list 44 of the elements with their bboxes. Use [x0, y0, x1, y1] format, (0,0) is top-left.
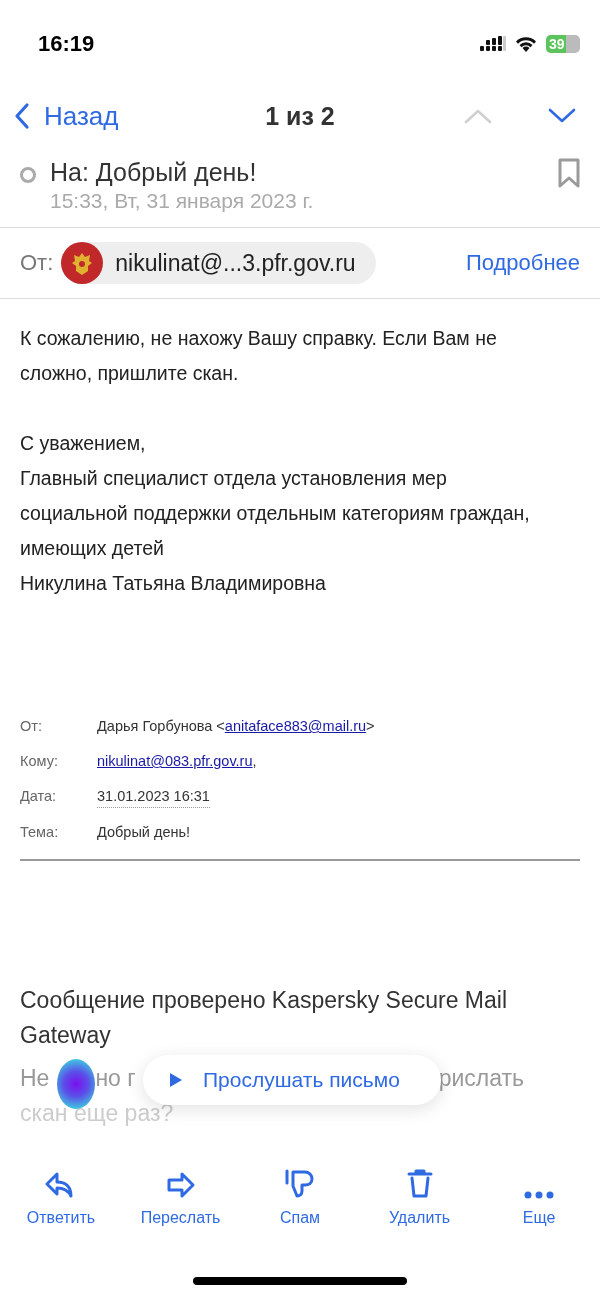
message-counter: 1 из 2 [265, 101, 335, 131]
chevron-left-icon [14, 102, 30, 130]
header-value: Добрый день! [97, 823, 191, 842]
header-value: nikulinat@083.pfr.gov.ru, [97, 752, 257, 771]
wifi-icon [514, 35, 538, 53]
email-link[interactable]: anitaface883@mail.ru [224, 718, 367, 734]
from-label: От: [20, 250, 54, 276]
message-text: рислать [438, 1064, 525, 1093]
message-date: 15:33, Вт, 31 января 2023 г. [50, 189, 315, 213]
listen-button[interactable]: Прослушать письмо [143, 1055, 441, 1105]
message-text: но г [95, 1064, 136, 1093]
trash-icon [406, 1169, 433, 1199]
forward-button[interactable]: Переслать [125, 1157, 236, 1227]
more-button[interactable]: Еще [484, 1157, 594, 1227]
status-time: 16:19 [38, 31, 95, 57]
more-icon [524, 1191, 554, 1199]
sender-chip[interactable]: nikulinat@...3.pfr.gov.ru [61, 242, 376, 284]
email-link[interactable]: nikulinat@083.pfr.gov.ru [97, 753, 253, 769]
header-label: Дата: [20, 787, 58, 806]
reply-button[interactable]: Ответить [6, 1157, 116, 1227]
message-subject: На: Добрый день! [50, 158, 258, 187]
chevron-up-icon [464, 108, 492, 124]
message-text: Не [20, 1064, 50, 1093]
bookmark-icon[interactable] [558, 158, 580, 188]
details-link[interactable]: Подробнее [465, 250, 580, 276]
header-label: Тема: [20, 823, 60, 842]
back-button[interactable]: Назад [14, 100, 119, 132]
play-icon [169, 1072, 183, 1088]
date-link[interactable]: 31.01.2023 16:31 [97, 786, 210, 808]
signal-icon [480, 36, 506, 52]
assistant-orb-icon[interactable] [57, 1059, 95, 1109]
header-label: Кому: [20, 752, 59, 771]
chevron-down-icon [548, 108, 576, 124]
delete-button[interactable]: Удалить [364, 1157, 475, 1227]
forward-icon [165, 1171, 196, 1199]
spam-button[interactable]: Спам [245, 1157, 355, 1227]
message-paragraph: К сожалению, не нахожу Вашу справку. Если Вам не сложно, пришлите скан. [20, 326, 498, 386]
thumbs-down-icon [284, 1169, 316, 1199]
header-value: Дарья Горбунова <anitaface883@mail.ru> [97, 717, 375, 736]
emblem-avatar-icon [61, 242, 104, 284]
message-paragraph: С уважением, Главный специалист отдела установления мер социальной поддержки отдельным категориям граждан, имеющих детей Никулина Татьяна Владимировна [20, 431, 531, 596]
battery-icon: 39 [546, 35, 580, 53]
header-label: От: [20, 717, 43, 736]
scan-note: Сообщение проверено Kaspersky Secure Mail Gateway [20, 986, 508, 1050]
